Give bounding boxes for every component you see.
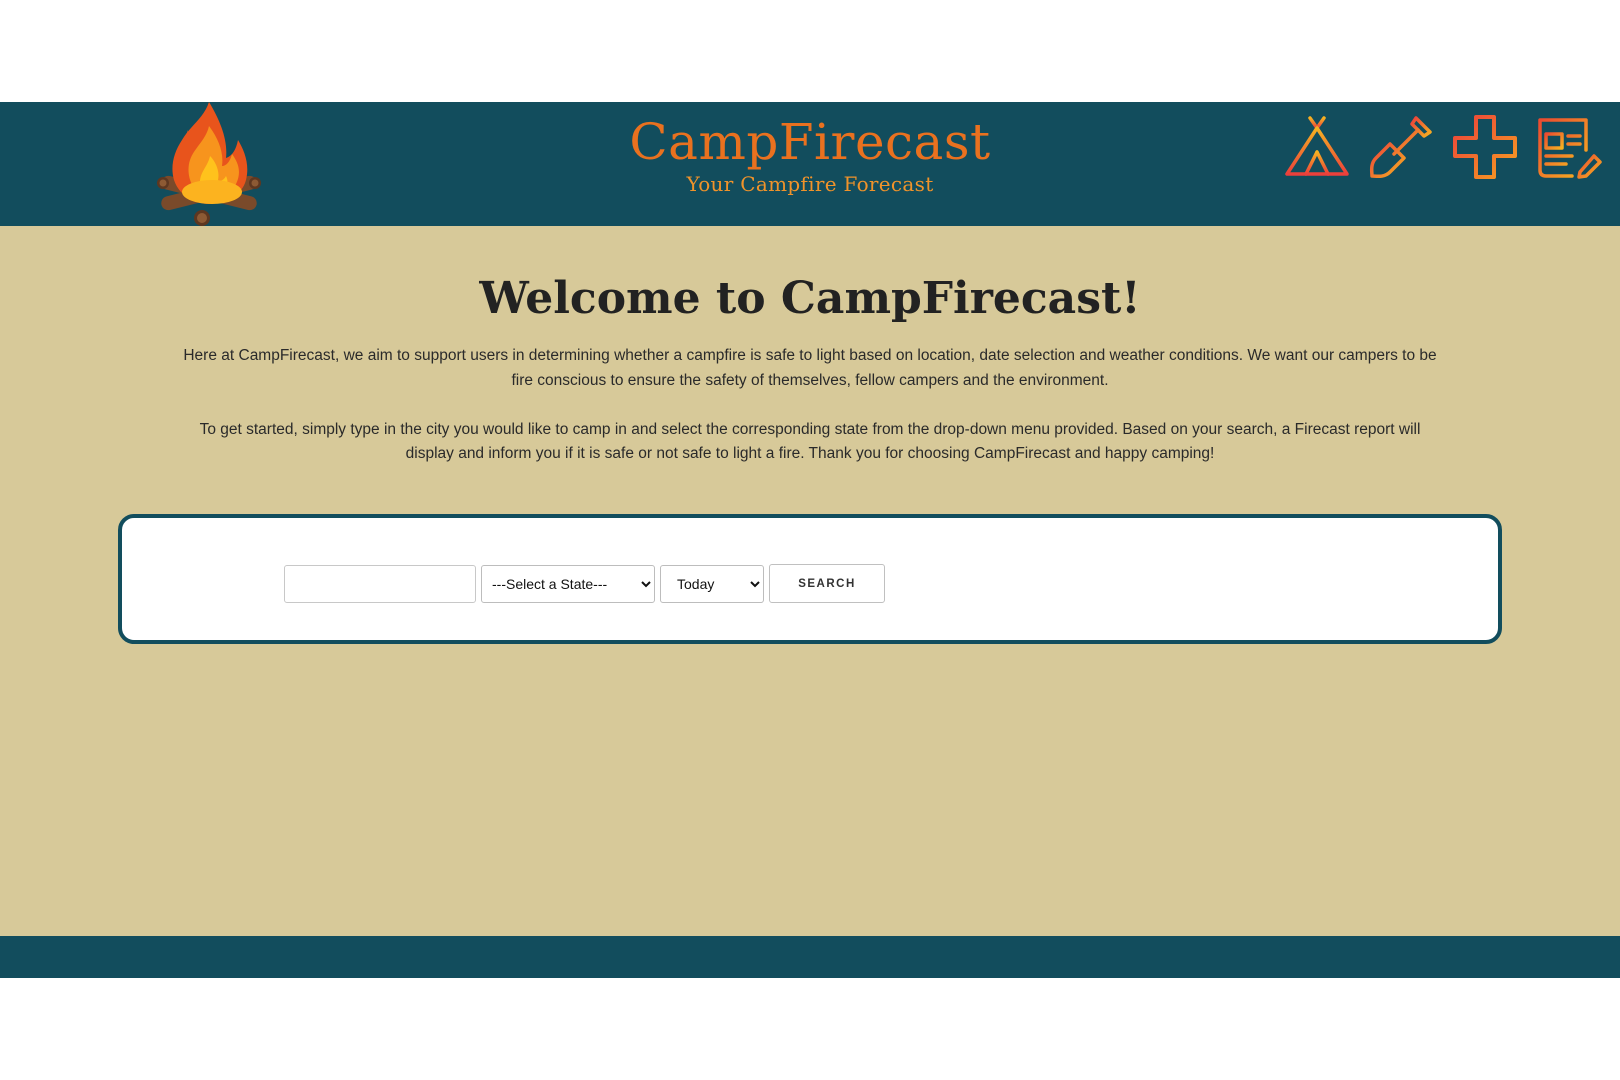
welcome-heading: Welcome to CampFirecast! bbox=[479, 273, 1141, 324]
intro-paragraph-2: To get started, simply type in the city … bbox=[199, 420, 1421, 463]
news-article-icon[interactable] bbox=[1536, 114, 1602, 180]
intro-paragraph-1: Here at CampFirecast, we aim to support … bbox=[183, 347, 1437, 389]
intro-text: Here at CampFirecast, we aim to support … bbox=[178, 344, 1442, 467]
tent-icon[interactable] bbox=[1284, 114, 1350, 180]
search-button[interactable]: SEARCH bbox=[769, 564, 885, 603]
search-panel: ---Select a State--- Today SEARCH bbox=[118, 514, 1502, 644]
first-aid-cross-icon[interactable] bbox=[1452, 114, 1518, 180]
city-input[interactable] bbox=[284, 565, 476, 603]
page: CampFirecast Your Campfire Forecast Welc… bbox=[0, 0, 1620, 1080]
header-nav bbox=[1284, 112, 1602, 182]
date-select[interactable]: Today bbox=[660, 565, 764, 603]
shovel-icon[interactable] bbox=[1368, 114, 1434, 180]
site-footer bbox=[0, 936, 1620, 978]
main-content: Welcome to CampFirecast! Here at CampFir… bbox=[0, 226, 1620, 936]
state-select[interactable]: ---Select a State--- bbox=[481, 565, 655, 603]
